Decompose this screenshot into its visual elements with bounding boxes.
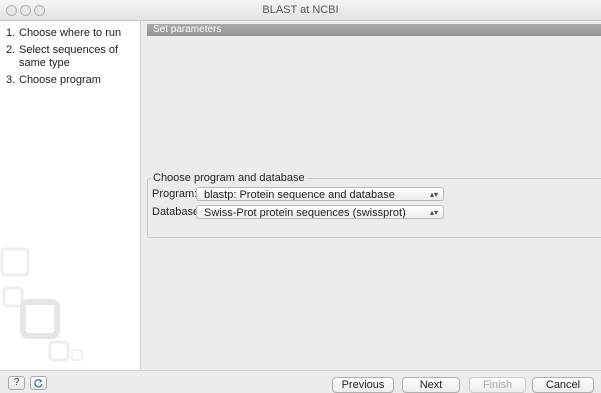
main-panel: Set parameters Choose program and databa… — [141, 21, 601, 370]
help-label: ? — [13, 377, 20, 388]
section-header: Set parameters — [147, 24, 601, 36]
updown-arrows-icon: ▴▾ — [429, 208, 438, 217]
help-button[interactable]: ? — [8, 376, 25, 390]
program-select[interactable]: blastp: Protein sequence and database ▴▾ — [196, 187, 444, 201]
wizard-steps-sidebar: 1. Choose where to run 2. Select sequenc… — [0, 21, 141, 370]
wizard-button-bar: ? Previous Next Finish Cancel — [0, 370, 601, 393]
next-button[interactable]: Next — [402, 377, 460, 393]
program-database-group: Choose program and database Program: bla… — [147, 172, 601, 238]
steps-list: 1. Choose where to run 2. Select sequenc… — [0, 21, 140, 87]
cancel-button[interactable]: Cancel — [532, 377, 594, 393]
database-label: Database — [152, 206, 200, 218]
window-titlebar: BLAST at NCBI — [0, 0, 601, 21]
previous-button[interactable]: Previous — [332, 377, 394, 393]
step-item-3: 3. Choose program — [6, 74, 140, 87]
step-item-2: 2. Select sequences of same type — [6, 44, 140, 70]
step-label: Choose where to run — [19, 27, 122, 39]
refresh-icon — [34, 379, 43, 388]
step-number: 1. — [6, 27, 16, 39]
finish-button[interactable]: Finish — [469, 377, 526, 393]
database-select[interactable]: Swiss-Prot protein sequences (swissprot)… — [196, 205, 444, 219]
step-label: Choose program — [19, 74, 101, 86]
workbench-logo-watermark — [0, 247, 83, 362]
group-title: Choose program and database — [151, 172, 307, 184]
step-number: 3. — [6, 74, 16, 86]
database-select-value: Swiss-Prot protein sequences (swissprot) — [204, 207, 406, 219]
step-number: 2. — [6, 44, 16, 56]
window-title: BLAST at NCBI — [262, 4, 339, 16]
step-item-1: 1. Choose where to run — [6, 27, 140, 40]
reset-button[interactable] — [30, 376, 47, 390]
step-label: Select sequences of same type — [19, 44, 119, 69]
program-row: Program: blastp: Protein sequence and da… — [152, 187, 444, 201]
program-label: Program: — [152, 188, 198, 200]
database-row: Database Swiss-Prot protein sequences (s… — [152, 205, 444, 219]
updown-arrows-icon: ▴▾ — [429, 190, 438, 199]
program-select-value: blastp: Protein sequence and database — [204, 189, 395, 201]
